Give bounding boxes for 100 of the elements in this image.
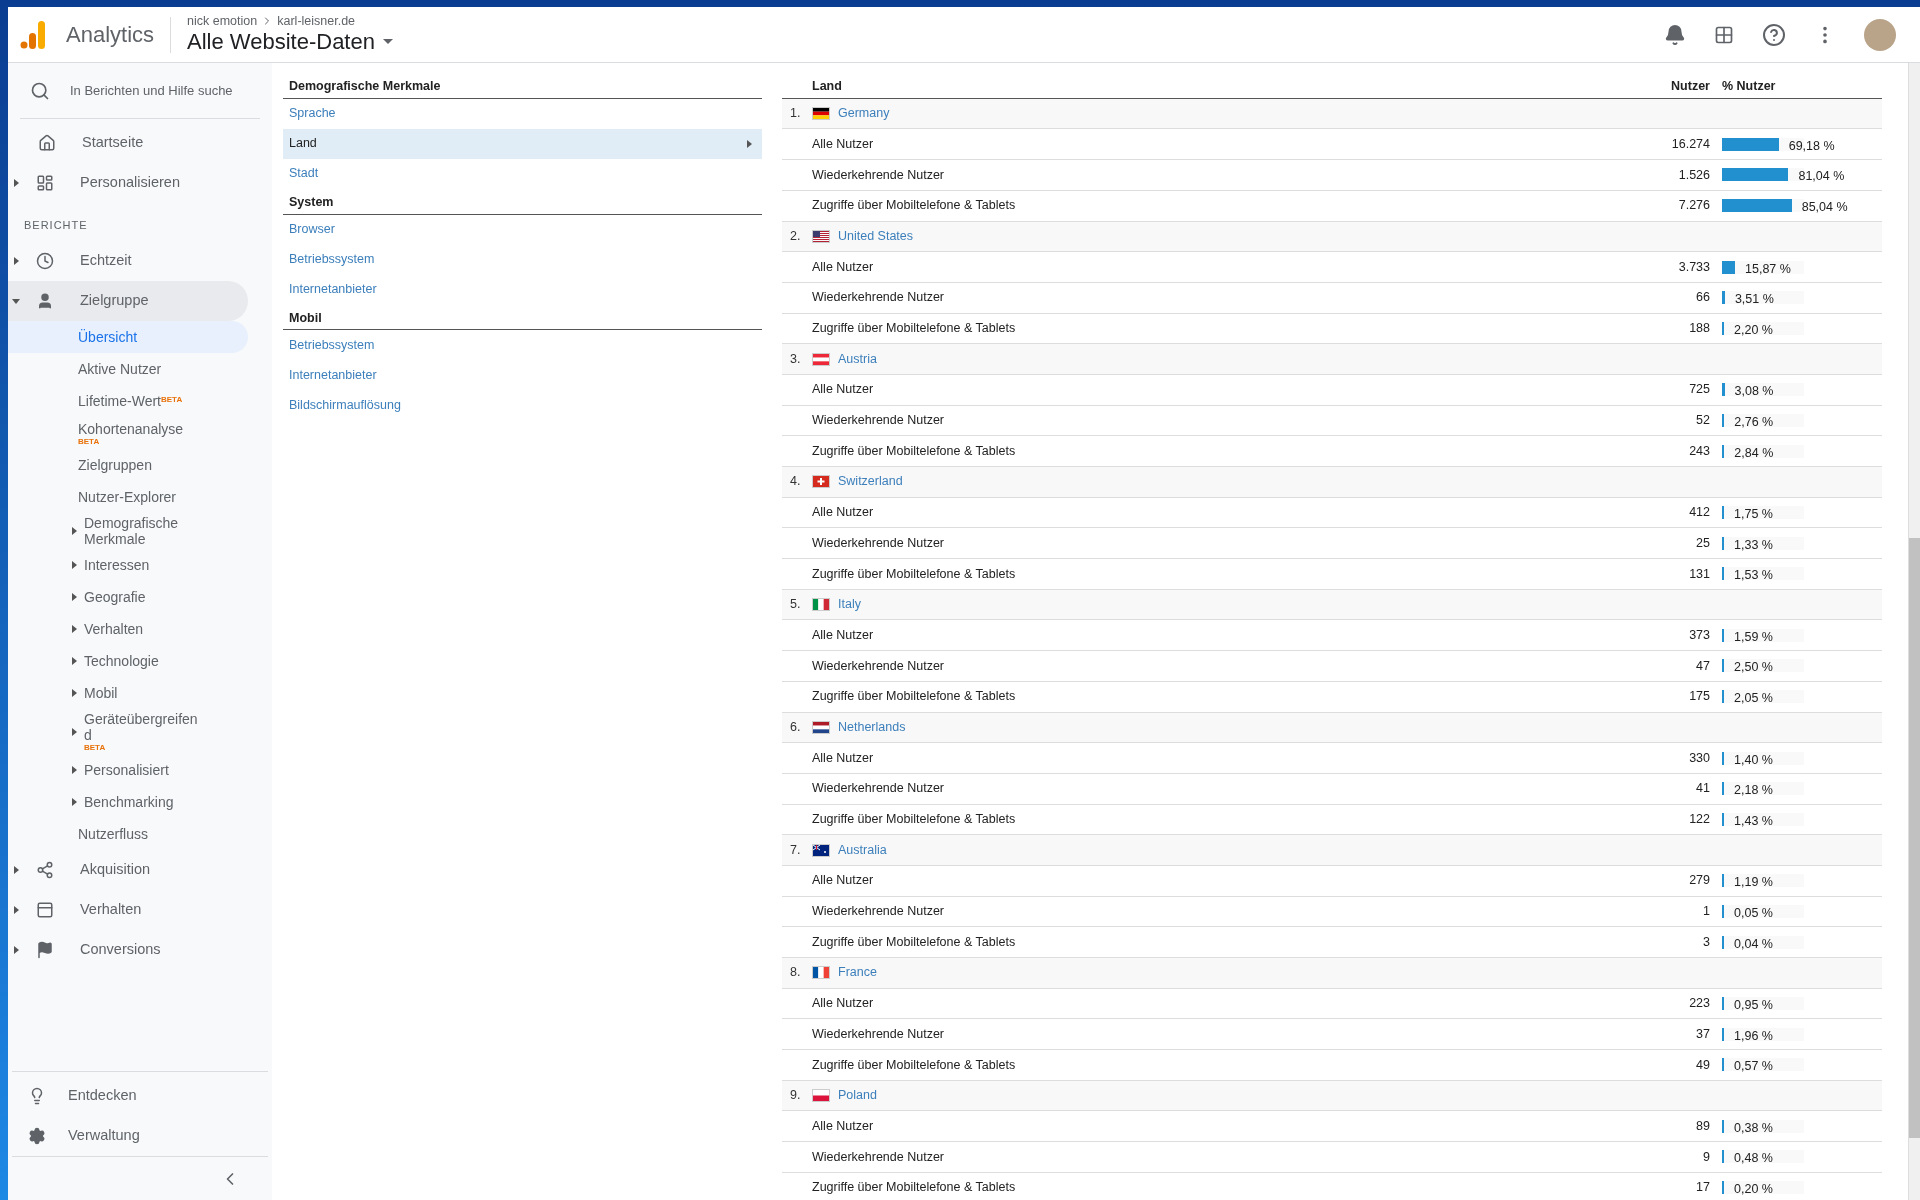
- sidebar-item[interactable]: Verhalten: [8, 890, 248, 930]
- segment-label: Zugriffe über Mobiltelefone & Tablets: [812, 688, 1016, 706]
- country-link[interactable]: Poland: [838, 1086, 877, 1105]
- dimension-link[interactable]: Internetanbieter: [283, 274, 762, 305]
- caret-right-icon[interactable]: [12, 866, 20, 874]
- column-header: % Nutzer: [1722, 78, 1777, 95]
- sidebar-subitem[interactable]: Geografie: [8, 581, 248, 613]
- search-input[interactable]: In Berichten und Hilfe suche: [70, 80, 250, 101]
- scrollbar[interactable]: [1908, 63, 1920, 1200]
- caret-right-icon[interactable]: [12, 179, 20, 187]
- beta-label: BETA: [161, 395, 183, 404]
- sidebar-item[interactable]: Echtzeit: [8, 241, 248, 281]
- caret-down-icon[interactable]: [12, 297, 20, 305]
- dimension-link[interactable]: Internetanbieter: [283, 360, 762, 391]
- caret-right-icon[interactable]: [70, 798, 78, 806]
- country-link[interactable]: United States: [838, 226, 914, 246]
- subitem-label: Lifetime-Wert: [78, 393, 161, 409]
- users-value: 9: [1702, 1148, 1710, 1166]
- country-link[interactable]: Australia: [838, 840, 887, 860]
- view-selector[interactable]: Alle Website-Daten: [187, 27, 393, 56]
- users-value: 188: [1688, 320, 1710, 338]
- sidebar-item[interactable]: Entdecken: [12, 1076, 268, 1116]
- subitem-label: Übersicht: [78, 329, 138, 345]
- caret-right-icon[interactable]: [70, 727, 78, 736]
- dimension-link[interactable]: Sprache: [283, 98, 762, 129]
- percent-value: 1,53 %: [1734, 567, 1773, 585]
- sidebar-subitem[interactable]: Interessen: [8, 549, 248, 581]
- nav-icon: [36, 941, 54, 959]
- flag-icon: [812, 352, 830, 366]
- users-value: 66: [1695, 289, 1710, 307]
- sidebar-subitem[interactable]: Geräteübergreifend BETA: [8, 709, 248, 754]
- sidebar-subitem[interactable]: Demografische Merkmale: [8, 513, 248, 549]
- caret-right-icon[interactable]: [70, 527, 78, 535]
- subitem-label: Demografische Merkmale: [84, 515, 179, 547]
- country-link[interactable]: Switzerland: [838, 472, 903, 492]
- caret-right-icon[interactable]: [70, 657, 78, 665]
- dimension-link[interactable]: Land: [283, 128, 762, 159]
- subitem-label: Zielgruppen: [78, 457, 152, 473]
- sidebar-subitem[interactable]: Technologie: [8, 645, 248, 677]
- sidebar-subitem[interactable]: Mobil: [8, 677, 248, 709]
- notifications-icon[interactable]: [1664, 23, 1686, 46]
- users-value: 7.276: [1677, 197, 1710, 215]
- flag-icon: [812, 1089, 830, 1103]
- breadcrumb-link[interactable]: nick emotion: [187, 13, 258, 28]
- segment-label: Alle Nutzer: [812, 504, 874, 522]
- caret-right-icon[interactable]: [12, 257, 20, 265]
- sidebar-item[interactable]: Zielgruppe: [8, 281, 248, 321]
- percent-value: 2,18 %: [1734, 782, 1773, 800]
- country-link[interactable]: Germany: [838, 104, 890, 123]
- caret-right-icon[interactable]: [70, 689, 78, 697]
- subitem-label: Geräteübergreifend: [84, 711, 198, 743]
- sidebar-item[interactable]: Akquisition: [8, 850, 248, 890]
- subitem-label: Nutzer-Explorer: [78, 489, 177, 505]
- percent-value: 0,04 %: [1734, 935, 1773, 953]
- subitem-label: Geografie: [84, 589, 146, 605]
- percent-value: 1,40 %: [1734, 751, 1773, 769]
- dimension-link[interactable]: Browser: [283, 214, 762, 245]
- caret-right-icon[interactable]: [12, 946, 20, 954]
- country-link[interactable]: Netherlands: [838, 717, 906, 737]
- sidebar-item[interactable]: Startseite: [8, 123, 272, 163]
- sidebar-item[interactable]: Verwaltung: [12, 1116, 268, 1156]
- sidebar-item[interactable]: Conversions: [8, 930, 248, 970]
- flag-icon: [812, 843, 830, 857]
- users-value: 3.733: [1677, 258, 1710, 276]
- sidebar-subitem[interactable]: Verhalten: [8, 613, 248, 645]
- users-value: 25: [1695, 534, 1710, 552]
- sidebar-subitem[interactable]: Personalisiert: [8, 754, 248, 786]
- dimension-link[interactable]: Bildschirmauflösung: [283, 390, 762, 421]
- caret-right-icon[interactable]: [70, 593, 78, 601]
- nav-icon: [36, 174, 54, 192]
- nav-icon: [36, 901, 54, 919]
- apps-grid-icon[interactable]: [1714, 24, 1734, 45]
- country-link[interactable]: France: [838, 963, 877, 983]
- help-icon[interactable]: [1762, 22, 1786, 47]
- users-value: 122: [1688, 811, 1710, 829]
- caret-right-icon[interactable]: [70, 766, 78, 774]
- caret-right-icon[interactable]: [12, 906, 20, 914]
- sidebar-subitem[interactable]: Zielgruppen: [8, 449, 248, 481]
- segment-label: Alle Nutzer: [812, 626, 874, 644]
- sidebar-subitem[interactable]: Benchmarking: [8, 786, 248, 818]
- sidebar-subitem[interactable]: Kohortenanalyse BETA: [8, 417, 248, 449]
- sidebar-subitem[interactable]: Nutzer-Explorer: [8, 481, 248, 513]
- sidebar-item[interactable]: Personalisieren: [8, 163, 272, 203]
- caret-right-icon[interactable]: [70, 561, 78, 569]
- subitem-label: Interessen: [84, 557, 150, 573]
- country-link[interactable]: Italy: [838, 595, 861, 614]
- sidebar-subitem[interactable]: Lifetime-Wert$^{BETA}$: [8, 385, 248, 417]
- caret-right-icon[interactable]: [70, 625, 78, 633]
- sidebar-subitem[interactable]: Aktive Nutzer: [8, 353, 248, 385]
- percent-value: 1,96 %: [1734, 1027, 1773, 1045]
- sidebar-subitem[interactable]: Übersicht: [8, 321, 248, 353]
- breadcrumb-link[interactable]: karl-leisner.de: [277, 13, 356, 28]
- segment-label: Wiederkehrende Nutzer: [812, 903, 944, 921]
- sidebar-subitem[interactable]: Nutzerfluss: [8, 818, 248, 850]
- rank-number: 8.: [789, 964, 802, 982]
- country-link[interactable]: Austria: [838, 349, 877, 369]
- dimension-link[interactable]: Betriebssystem: [283, 330, 762, 361]
- dimension-link[interactable]: Betriebssystem: [283, 244, 762, 275]
- dimension-link[interactable]: Stadt: [283, 158, 762, 189]
- rank-number: 1.: [789, 105, 802, 123]
